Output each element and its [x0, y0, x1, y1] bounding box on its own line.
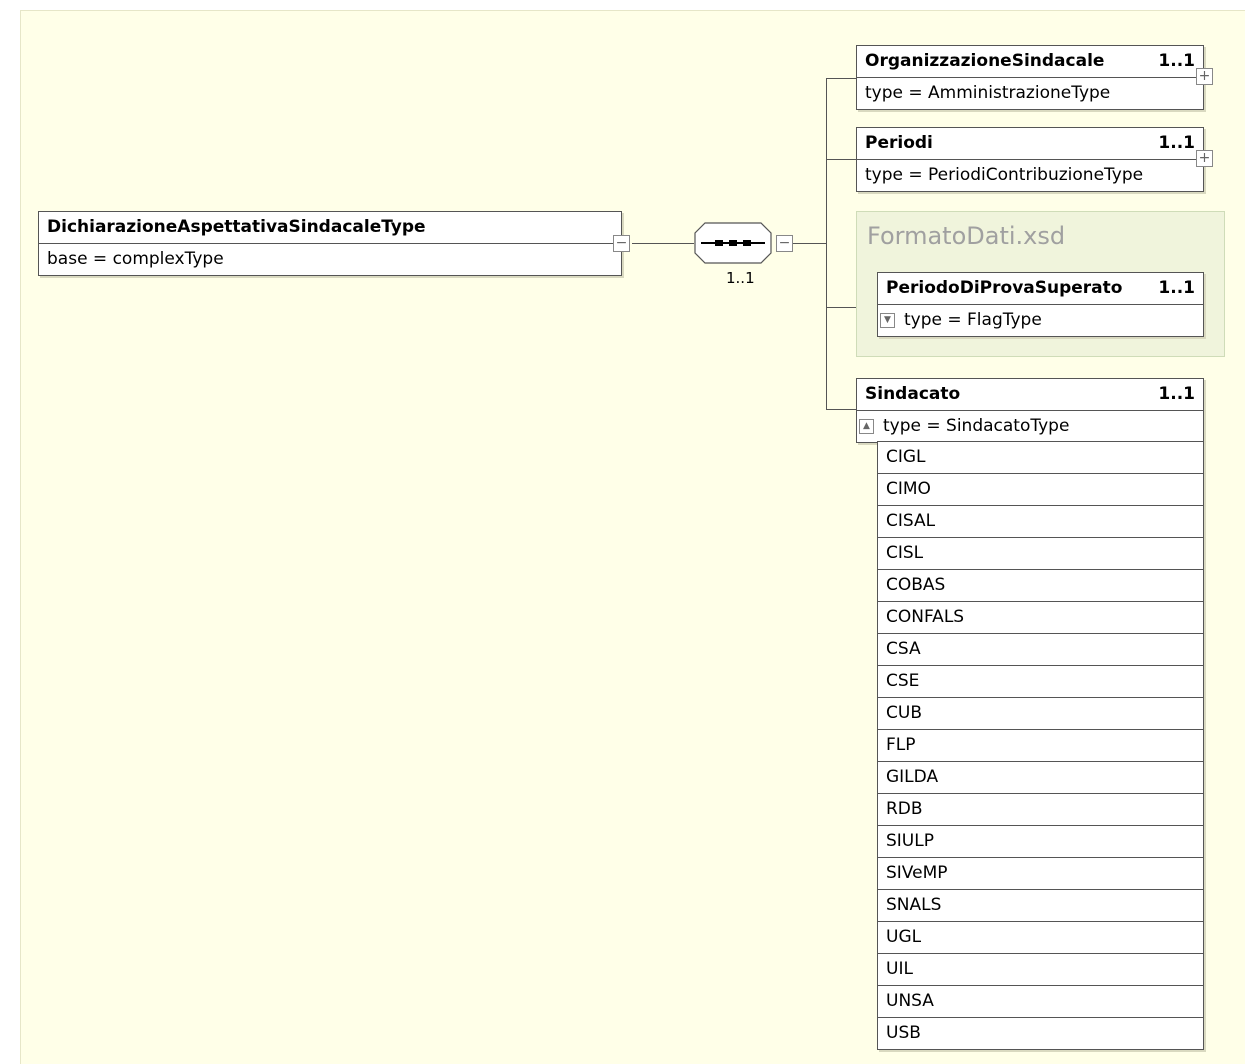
element-name: OrganizzazioneSindacale — [865, 51, 1105, 71]
enumeration-value: SNALS — [878, 889, 1203, 921]
element-cardinality: 1..1 — [1158, 384, 1195, 404]
enumeration-value: UIL — [878, 953, 1203, 985]
enumeration-value: CSA — [878, 633, 1203, 665]
element-type: type = FlagType — [878, 304, 1203, 336]
expand-icon[interactable]: + — [1196, 150, 1213, 167]
enumeration-value: FLP — [878, 729, 1203, 761]
root-type-name: DichiarazioneAspettativaSindacaleType — [47, 217, 426, 237]
element-name: Sindacato — [865, 384, 961, 404]
enumeration-value: CUB — [878, 697, 1203, 729]
expand-icon[interactable]: + — [1196, 68, 1213, 85]
element-cardinality: 1..1 — [1158, 51, 1195, 71]
expand-down-icon[interactable]: ▼ — [880, 313, 895, 328]
element-organizzazione-sindacale[interactable]: OrganizzazioneSindacale 1..1 type = Ammi… — [856, 45, 1213, 110]
enumeration-value: CONFALS — [878, 601, 1203, 633]
root-type-base: base = complexType — [39, 243, 621, 275]
enumeration-list: CIGL CIMO CISAL CISL COBAS CONFALS CSA CSE CUB FL… — [877, 441, 1204, 1050]
connector-to-organizzazione — [826, 78, 857, 79]
enumeration-value: RDB — [878, 793, 1203, 825]
element-name: PeriodoDiProvaSuperato — [886, 278, 1123, 298]
element-sindacato[interactable]: Sindacato 1..1 type = SindacatoType ▲ — [856, 378, 1204, 443]
element-periodi[interactable]: Periodi 1..1 type = PeriodiContribuzione… — [856, 127, 1213, 192]
element-cardinality: 1..1 — [1158, 133, 1195, 153]
connector-seq-branch — [791, 243, 826, 244]
sequence-compositor-icon[interactable] — [693, 221, 773, 265]
root-type-node[interactable]: DichiarazioneAspettativaSindacaleType ba… — [38, 211, 630, 276]
connector-to-periodi — [826, 159, 857, 160]
enumeration-value: COBAS — [878, 569, 1203, 601]
connector-vertical — [826, 78, 827, 410]
enumeration-value: USB — [878, 1017, 1203, 1049]
collapse-icon[interactable]: − — [613, 235, 630, 252]
enumeration-value: CIMO — [878, 473, 1203, 505]
element-type: type = PeriodiContribuzioneType — [857, 159, 1203, 191]
enumeration-value: GILDA — [878, 761, 1203, 793]
collapse-up-icon[interactable]: ▲ — [859, 419, 874, 434]
group-title: FormatoDati.xsd — [867, 222, 1066, 250]
enumeration-value: CISL — [878, 537, 1203, 569]
element-name: Periodi — [865, 133, 933, 153]
enumeration-value: UNSA — [878, 985, 1203, 1017]
element-periodo-di-prova-superato[interactable]: PeriodoDiProvaSuperato 1..1 type = FlagT… — [877, 272, 1204, 337]
element-type: type = AmministrazioneType — [857, 77, 1203, 109]
enumeration-value: SIULP — [878, 825, 1203, 857]
connector-to-sindacato — [826, 409, 857, 410]
enumeration-value: CSE — [878, 665, 1203, 697]
enumeration-value: UGL — [878, 921, 1203, 953]
diagram-canvas: DichiarazioneAspettativaSindacaleType ba… — [20, 10, 1245, 1064]
element-type: type = SindacatoType — [857, 410, 1203, 442]
enumeration-value: CIGL — [878, 441, 1203, 473]
sequence-cardinality: 1..1 — [726, 269, 755, 287]
enumeration-value: SIVeMP — [878, 857, 1203, 889]
enumeration-value: CISAL — [878, 505, 1203, 537]
connector-root-seq — [632, 243, 694, 244]
element-cardinality: 1..1 — [1158, 278, 1195, 298]
sequence-collapse-icon[interactable]: − — [776, 235, 793, 252]
